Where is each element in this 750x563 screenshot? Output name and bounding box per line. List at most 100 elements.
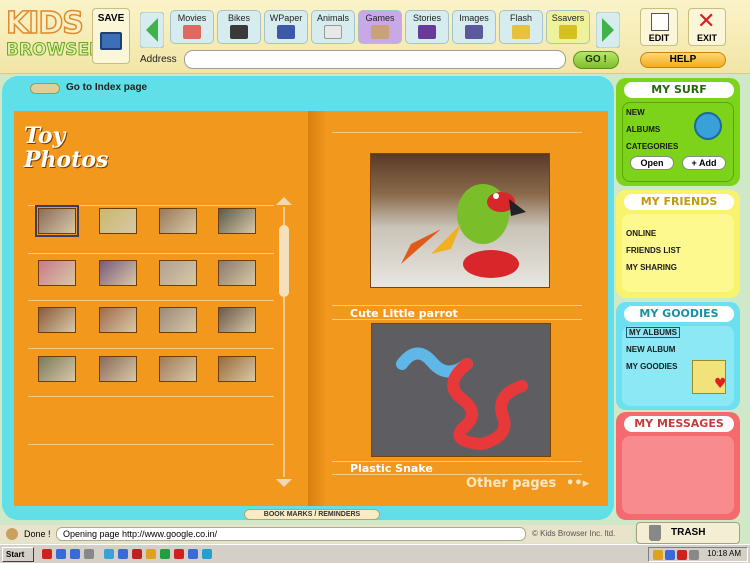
goodies-item-my-goodies[interactable]: MY GOODIES [626, 362, 677, 371]
album-thumbnail[interactable] [38, 356, 76, 382]
nav-forward-button[interactable] [595, 11, 621, 49]
help-button[interactable]: HELP [640, 52, 726, 68]
save-button[interactable]: SAVE [92, 8, 130, 64]
quicklaunch-icon[interactable] [70, 549, 80, 559]
nav-animals[interactable]: Animals [311, 10, 355, 44]
nav-images[interactable]: Images [452, 10, 496, 44]
friends-item-sharing[interactable]: MY SHARING [626, 263, 677, 272]
index-link-label: Go to Index page [66, 82, 148, 93]
friends-item-list[interactable]: FRIENDS LIST [626, 246, 681, 255]
thumbs-scrollbar[interactable] [276, 197, 292, 487]
go-button[interactable]: GO ! [573, 51, 619, 69]
goodies-item-my-albums[interactable]: MY ALBUMS [626, 327, 680, 338]
top-toolbar: KIDS BROWSER SAVE Movies Bikes WPaper An… [0, 0, 750, 74]
nav-bikes[interactable]: Bikes [217, 10, 261, 44]
nav-back-button[interactable] [139, 11, 165, 49]
album-thumbnail[interactable] [38, 307, 76, 333]
start-button[interactable]: Start [2, 547, 34, 562]
quicklaunch-icon[interactable] [160, 549, 170, 559]
heart-icon: ♥ [714, 376, 727, 392]
quicklaunch-icon[interactable] [84, 549, 94, 559]
album-thumbnail[interactable] [159, 356, 197, 382]
nav-flash-label: Flash [509, 13, 532, 23]
photo-snake[interactable] [371, 323, 551, 457]
album-thumbnail[interactable] [159, 208, 197, 234]
scroll-down-icon[interactable] [276, 479, 292, 487]
album-thumbnail[interactable] [99, 356, 137, 382]
my-messages-title: MY MESSAGES [624, 416, 734, 432]
album-thumbnail[interactable] [35, 205, 79, 237]
tray-icon[interactable] [689, 550, 699, 560]
page-line [332, 474, 582, 475]
album-thumbnail[interactable] [99, 260, 137, 286]
quicklaunch-icon[interactable] [188, 549, 198, 559]
grid-line [28, 300, 274, 301]
quicklaunch-icon[interactable] [174, 549, 184, 559]
scroll-up-icon[interactable] [276, 197, 292, 205]
nav-wpaper[interactable]: WPaper [264, 10, 308, 44]
album-thumbnail[interactable] [218, 208, 256, 234]
surf-item-albums[interactable]: ALBUMS [626, 125, 660, 134]
quicklaunch-icon[interactable] [104, 549, 114, 559]
friends-item-online[interactable]: ONLINE [626, 229, 656, 238]
nav-games[interactable]: Games [358, 10, 402, 44]
quicklaunch-icon[interactable] [118, 549, 128, 559]
album-thumbnail[interactable] [99, 307, 137, 333]
tray-icon[interactable] [653, 550, 663, 560]
add-button[interactable]: + Add [682, 156, 726, 170]
quicklaunch-icon[interactable] [132, 549, 142, 559]
my-surf-title: MY SURF [624, 82, 734, 98]
bike-icon [230, 25, 248, 39]
album-thumbnail[interactable] [218, 356, 256, 382]
close-icon: ✕ [697, 9, 716, 34]
grid-line [28, 348, 274, 349]
my-goodies-title: MY GOODIES [624, 306, 734, 322]
nav-ssavers[interactable]: Ssavers [546, 10, 590, 44]
quicklaunch-icon[interactable] [146, 549, 156, 559]
address-input[interactable] [184, 50, 566, 69]
trash-can-icon [649, 525, 661, 541]
nav-stories[interactable]: Stories [405, 10, 449, 44]
quicklaunch-icon[interactable] [42, 549, 52, 559]
album-thumbnail[interactable] [218, 260, 256, 286]
trash-button[interactable]: TRASH [636, 522, 740, 544]
other-pages-arrow-icon[interactable]: ••▸ [566, 476, 589, 491]
album-thumbnail[interactable] [159, 307, 197, 333]
kids-browser-logo: KIDS BROWSER [4, 5, 102, 64]
exit-button[interactable]: ✕ EXIT [688, 8, 726, 46]
scroll-thumb[interactable] [279, 225, 289, 297]
edit-button[interactable]: EDIT [640, 8, 678, 46]
status-icon [6, 528, 18, 540]
bookmarks-reminders-button[interactable]: BOOK MARKS / REMINDERS [244, 509, 380, 520]
nav-flash[interactable]: Flash [499, 10, 543, 44]
goodies-item-new-album[interactable]: NEW ALBUM [626, 345, 675, 354]
tray-icon[interactable] [665, 550, 675, 560]
tray-icon[interactable] [677, 550, 687, 560]
images-icon [465, 25, 483, 39]
stories-icon [418, 25, 436, 39]
album-thumbnail[interactable] [218, 307, 256, 333]
my-messages-inner [622, 436, 734, 514]
logo-line1: KIDS [5, 5, 84, 42]
photo-parrot[interactable] [370, 153, 550, 288]
copyright-text: © Kids Browser Inc. ltd. [532, 529, 616, 538]
nav-stories-label: Stories [412, 13, 441, 23]
games-icon [371, 25, 389, 39]
arrow-right-icon [595, 11, 621, 49]
trash-label: TRASH [671, 527, 706, 538]
open-button[interactable]: Open [630, 156, 674, 170]
nav-movies[interactable]: Movies [170, 10, 214, 44]
album-title-line1: Toy [24, 123, 66, 149]
my-friends-title: MY FRIENDS [624, 194, 734, 210]
album-thumbnail[interactable] [159, 260, 197, 286]
quicklaunch-icon[interactable] [202, 549, 212, 559]
other-pages-link[interactable]: Other pages [466, 476, 556, 491]
album-spine [308, 111, 328, 506]
surf-item-categories[interactable]: CATEGORIES [626, 142, 678, 151]
album-thumbnail[interactable] [38, 260, 76, 286]
surf-item-new[interactable]: NEW [626, 108, 645, 117]
screensaver-icon [559, 25, 577, 39]
quicklaunch-icon[interactable] [56, 549, 66, 559]
status-bar: Done ! Opening page http://www.google.co… [0, 525, 634, 543]
album-thumbnail[interactable] [99, 208, 137, 234]
